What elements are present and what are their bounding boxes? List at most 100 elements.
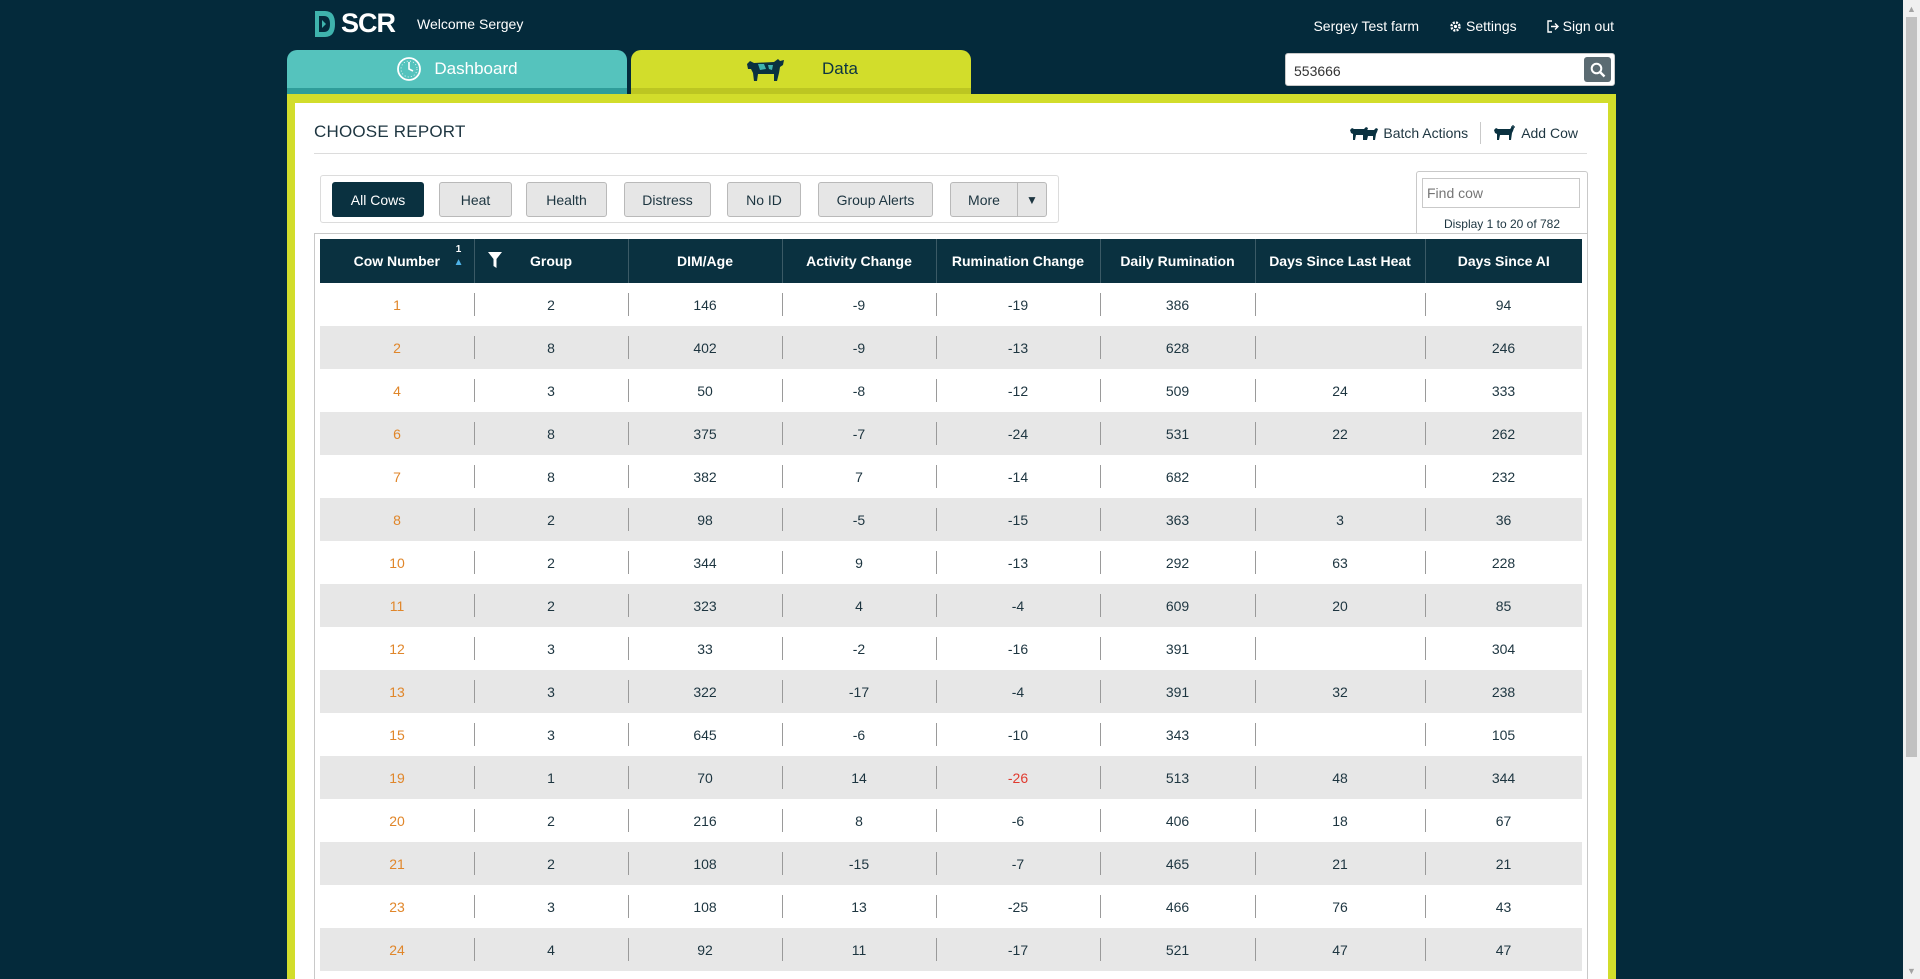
table-cell: 8 <box>474 412 628 455</box>
find-cow-input[interactable] <box>1422 178 1580 208</box>
table-cell: 363 <box>1100 498 1255 541</box>
cow-number-link[interactable]: 8 <box>320 498 474 541</box>
cows-icon <box>1350 127 1379 140</box>
table-row[interactable]: 11 2 323 4 -4 609 20 85 <box>320 584 1582 627</box>
table-cell: 628 <box>1100 326 1255 369</box>
tab-data[interactable]: Data <box>631 50 971 94</box>
table-cell: 645 <box>628 713 782 756</box>
table-cell: 333 <box>1425 369 1582 412</box>
table-cell: -7 <box>936 842 1100 885</box>
search-icon <box>1590 62 1605 77</box>
table-cell <box>1255 455 1425 498</box>
scrollbar-thumb[interactable] <box>1906 17 1917 757</box>
table-cell: -9 <box>782 326 936 369</box>
clock-icon <box>396 56 422 82</box>
table-row[interactable]: 15 3 645 -6 -10 343 105 <box>320 713 1582 756</box>
pagination-info: Display 1 to 20 of 782 <box>1443 217 1561 231</box>
column-header-cow-number[interactable]: Cow Number 1 ▲ <box>320 239 475 283</box>
table-cell: 2 <box>474 283 628 326</box>
scr-logo[interactable]: SCR <box>313 8 396 39</box>
table-row[interactable]: 13 3 322 -17 -4 391 32 238 <box>320 670 1582 713</box>
table-cell: 4 <box>782 584 936 627</box>
cow-number-link[interactable]: 24 <box>320 928 474 971</box>
table-cell: -12 <box>936 369 1100 412</box>
settings-link[interactable]: Settings <box>1449 18 1517 34</box>
table-cell <box>1255 713 1425 756</box>
batch-actions-button[interactable]: Batch Actions <box>1349 125 1468 141</box>
table-cell: 344 <box>628 541 782 584</box>
table-cell: -15 <box>936 498 1100 541</box>
search-input[interactable] <box>1292 60 1576 82</box>
cow-number-link[interactable]: 21 <box>320 842 474 885</box>
cow-number-link[interactable]: 15 <box>320 713 474 756</box>
column-header-daily-rumination[interactable]: Daily Rumination <box>1100 239 1256 283</box>
more-button[interactable]: More <box>951 183 1018 216</box>
column-header-days-since-last-heat[interactable]: Days Since Last Heat <box>1255 239 1426 283</box>
table-cell: -4 <box>936 670 1100 713</box>
cow-number-link[interactable]: 1 <box>320 283 474 326</box>
cow-number-link[interactable]: 20 <box>320 799 474 842</box>
column-header-rumination-change[interactable]: Rumination Change <box>936 239 1101 283</box>
table-cell: -4 <box>936 584 1100 627</box>
table-cell: 13 <box>782 885 936 928</box>
table-row[interactable]: 12 3 33 -2 -16 391 304 <box>320 627 1582 670</box>
column-header-group[interactable]: Group <box>474 239 629 283</box>
table-cell: 246 <box>1425 326 1582 369</box>
search-button[interactable] <box>1584 57 1611 82</box>
chevron-down-icon[interactable]: ▼ <box>1018 183 1046 216</box>
cow-number-link[interactable]: 12 <box>320 627 474 670</box>
table-header-row: Cow Number 1 ▲ Group DIM/Age Activity Ch… <box>320 239 1582 283</box>
table-cell: -17 <box>782 670 936 713</box>
header-links: Sergey Test farm Settings Sign out <box>1283 18 1614 34</box>
filter-icon[interactable] <box>487 251 503 269</box>
column-header-dim-age[interactable]: DIM/Age <box>628 239 783 283</box>
table-row[interactable]: 2 8 402 -9 -13 628 246 <box>320 326 1582 369</box>
column-header-label: Rumination Change <box>951 253 1085 269</box>
cows-table: Cow Number 1 ▲ Group DIM/Age Activity Ch… <box>320 239 1582 971</box>
farm-link[interactable]: Sergey Test farm <box>1313 18 1419 34</box>
table-cell: 94 <box>1425 283 1582 326</box>
cow-number-link[interactable]: 2 <box>320 326 474 369</box>
table-row[interactable]: 4 3 50 -8 -12 509 24 333 <box>320 369 1582 412</box>
column-header-activity-change[interactable]: Activity Change <box>782 239 937 283</box>
filter-distress-button[interactable]: Distress <box>624 182 711 217</box>
table-row[interactable]: 10 2 344 9 -13 292 63 228 <box>320 541 1582 584</box>
table-row[interactable]: 6 8 375 -7 -24 531 22 262 <box>320 412 1582 455</box>
table-row[interactable]: 21 2 108 -15 -7 465 21 21 <box>320 842 1582 885</box>
table-cell: -7 <box>782 412 936 455</box>
farm-name: Sergey Test farm <box>1313 18 1420 34</box>
table-row[interactable]: 1 2 146 -9 -19 386 94 <box>320 283 1582 326</box>
cow-number-link[interactable]: 6 <box>320 412 474 455</box>
sign-out-link[interactable]: Sign out <box>1546 18 1614 34</box>
table-row[interactable]: 7 8 382 7 -14 682 232 <box>320 455 1582 498</box>
table-row[interactable]: 24 4 92 11 -17 521 47 47 <box>320 928 1582 971</box>
scroll-down-arrow-icon[interactable]: ▼ <box>1903 962 1920 979</box>
table-row[interactable]: 8 2 98 -5 -15 363 3 36 <box>320 498 1582 541</box>
cow-icon <box>744 55 786 83</box>
sort-indicator[interactable]: 1 ▲ <box>454 245 464 268</box>
cow-number-link[interactable]: 19 <box>320 756 474 799</box>
table-row[interactable]: 20 2 216 8 -6 406 18 67 <box>320 799 1582 842</box>
filter-health-button[interactable]: Health <box>526 182 607 217</box>
cow-number-link[interactable]: 13 <box>320 670 474 713</box>
cow-number-link[interactable]: 11 <box>320 584 474 627</box>
cow-number-link[interactable]: 10 <box>320 541 474 584</box>
filter-no-id-button[interactable]: No ID <box>727 182 801 217</box>
scroll-up-arrow-icon[interactable]: ▲ <box>1903 0 1920 17</box>
add-cow-button[interactable]: Add Cow <box>1493 125 1578 141</box>
table-cell: 322 <box>628 670 782 713</box>
table-cell: -10 <box>936 713 1100 756</box>
cow-number-link[interactable]: 4 <box>320 369 474 412</box>
tab-dashboard[interactable]: Dashboard <box>287 50 627 94</box>
table-row[interactable]: 19 1 70 14 -26 513 48 344 <box>320 756 1582 799</box>
table-cell: 146 <box>628 283 782 326</box>
table-row[interactable]: 23 3 108 13 -25 466 76 43 <box>320 885 1582 928</box>
filter-all-cows-button[interactable]: All Cows <box>332 182 424 217</box>
cow-number-link[interactable]: 7 <box>320 455 474 498</box>
column-header-days-since-ai[interactable]: Days Since AI <box>1425 239 1582 283</box>
table-cell: 92 <box>628 928 782 971</box>
filter-heat-button[interactable]: Heat <box>439 182 512 217</box>
table-cell <box>1255 627 1425 670</box>
filter-group-alerts-button[interactable]: Group Alerts <box>818 182 933 217</box>
cow-number-link[interactable]: 23 <box>320 885 474 928</box>
